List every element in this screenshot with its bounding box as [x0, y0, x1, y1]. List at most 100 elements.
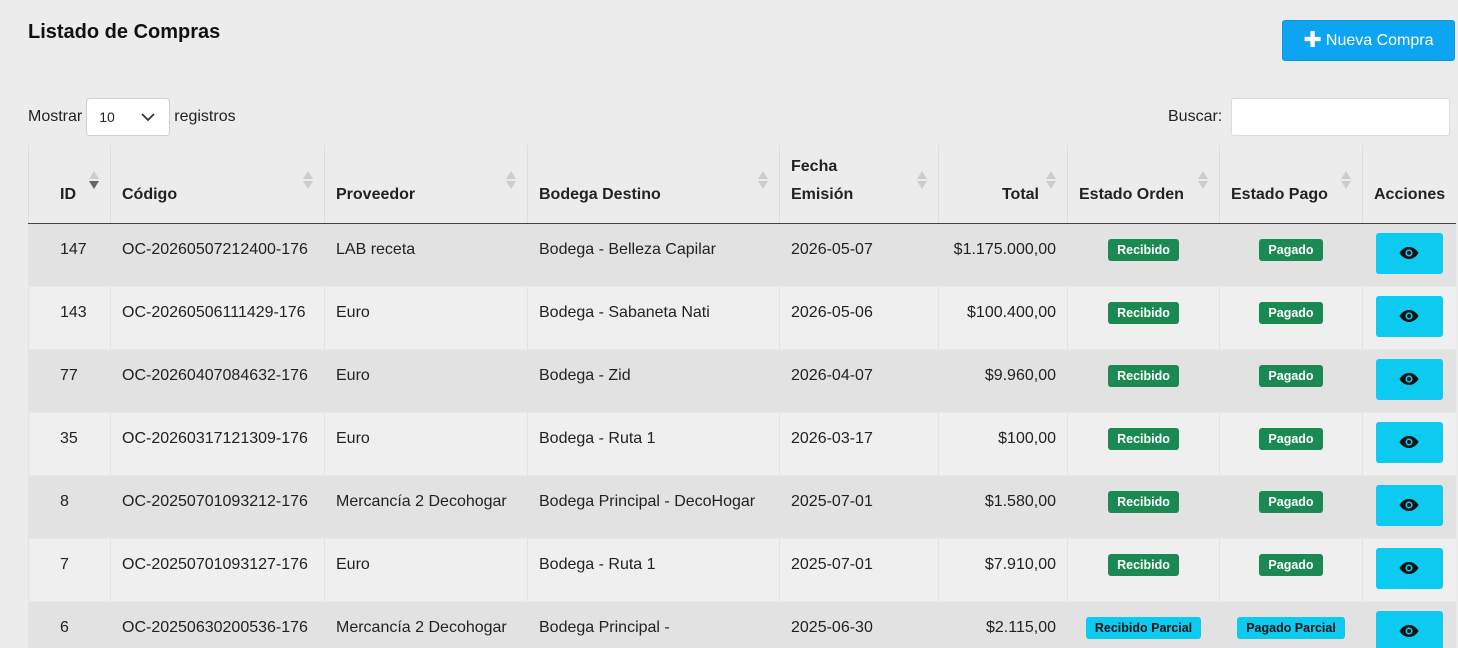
cell-total: $1.175.000,00	[938, 223, 1068, 287]
cell-bodega: Bodega Principal -	[527, 601, 780, 648]
column-header-total-label: Total	[1001, 185, 1039, 203]
status-badge: Pagado Parcial	[1237, 616, 1345, 639]
page-length-control: Mostrar 10 registros	[28, 98, 236, 136]
cell-codigo: OC-20250701093127-176	[110, 538, 325, 602]
cell-acciones	[1362, 349, 1456, 413]
cell-bodega: Bodega - Belleza Capilar	[527, 223, 780, 287]
cell-fecha: 2025-07-01	[779, 475, 939, 539]
column-header-proveedor-label: Proveedor	[336, 185, 416, 203]
page-length-select[interactable]: 10	[86, 98, 171, 136]
column-header-fecha-label-1: Fecha	[791, 157, 838, 175]
column-header-estado-orden-label: Estado Orden	[1079, 185, 1184, 203]
cell-estado-orden: Recibido	[1067, 223, 1220, 287]
view-button[interactable]	[1375, 232, 1443, 274]
table-row: 7 OC-20250701093127-176 Euro Bodega - Ruta …	[28, 538, 1456, 602]
view-button[interactable]	[1375, 295, 1443, 337]
cell-acciones	[1362, 475, 1456, 539]
view-button[interactable]	[1375, 484, 1443, 526]
table-row: 143 OC-20260506111429-176 Euro Bodega - Sab…	[28, 286, 1456, 350]
column-header-bodega-label: Bodega Destino	[539, 185, 661, 203]
cell-id: 8	[28, 475, 111, 539]
chevron-down-icon	[141, 112, 155, 121]
cell-fecha: 2026-04-07	[779, 349, 939, 413]
cell-id: 6	[28, 601, 111, 648]
column-header-id[interactable]: ID	[28, 145, 111, 224]
cell-acciones	[1362, 412, 1456, 476]
cell-proveedor: Euro	[324, 286, 528, 350]
search-input[interactable]	[1231, 98, 1451, 136]
eye-icon	[1399, 498, 1419, 512]
column-header-fecha[interactable]: Fecha Emisión	[779, 145, 939, 224]
cell-estado-orden: Recibido	[1067, 286, 1220, 350]
view-button[interactable]	[1375, 358, 1443, 400]
cell-bodega: Bodega Principal - DecoHogar	[527, 475, 780, 539]
cell-estado-orden: Recibido Parcial	[1067, 601, 1220, 648]
column-header-bodega[interactable]: Bodega Destino	[527, 145, 780, 224]
sort-icon	[89, 171, 99, 195]
cell-proveedor: Euro	[324, 538, 528, 602]
new-purchase-label: Nueva Compra	[1325, 31, 1434, 49]
sort-icon	[758, 171, 768, 195]
new-purchase-button[interactable]: ✚ Nueva Compra	[1282, 20, 1455, 61]
cell-codigo: OC-20250630200536-176	[110, 601, 325, 648]
cell-bodega: Bodega - Sabaneta Nati	[527, 286, 780, 350]
eye-icon	[1399, 561, 1419, 575]
cell-total: $2.115,00	[938, 601, 1068, 648]
sort-icon	[1198, 171, 1208, 195]
cell-estado-pago: Pagado	[1219, 538, 1363, 602]
status-badge: Recibido	[1108, 553, 1179, 576]
cell-id: 77	[28, 349, 111, 413]
column-header-fecha-label-2: Emisión	[791, 185, 854, 203]
cell-total: $9.960,00	[938, 349, 1068, 413]
eye-icon	[1399, 435, 1419, 449]
cell-proveedor: Mercancía 2 Decohogar	[324, 475, 528, 539]
sort-icon	[917, 171, 927, 195]
cell-estado-pago: Pagado	[1219, 286, 1363, 350]
search-label: Buscar:	[1168, 108, 1223, 125]
cell-codigo: OC-20260407084632-176	[110, 349, 325, 413]
column-header-estado-pago[interactable]: Estado Pago	[1219, 145, 1363, 224]
plus-icon: ✚	[1303, 26, 1322, 52]
cell-codigo: OC-20260507212400-176	[110, 223, 325, 287]
table-header-row: ID Código Proveedor Bodega Destino Fecha…	[28, 145, 1456, 224]
cell-estado-orden: Recibido	[1067, 538, 1220, 602]
cell-total: $7.910,00	[938, 538, 1068, 602]
search-control: Buscar:	[1168, 98, 1451, 136]
sort-icon	[303, 171, 313, 195]
cell-acciones	[1362, 223, 1456, 287]
column-header-proveedor[interactable]: Proveedor	[324, 145, 528, 224]
purchases-table: ID Código Proveedor Bodega Destino Fecha…	[28, 145, 1456, 648]
cell-bodega: Bodega - Zid	[527, 349, 780, 413]
cell-estado-pago: Pagado	[1219, 475, 1363, 539]
view-button[interactable]	[1375, 421, 1443, 463]
status-badge: Recibido	[1108, 427, 1179, 450]
view-button[interactable]	[1375, 547, 1443, 589]
status-badge: Recibido	[1108, 238, 1179, 261]
cell-fecha: 2025-06-30	[779, 601, 939, 648]
cell-id: 7	[28, 538, 111, 602]
cell-proveedor: LAB receta	[324, 223, 528, 287]
cell-fecha: 2026-03-17	[779, 412, 939, 476]
cell-acciones	[1362, 538, 1456, 602]
view-button[interactable]	[1375, 610, 1443, 648]
status-badge: Recibido	[1108, 364, 1179, 387]
cell-estado-pago: Pagado Parcial	[1219, 601, 1363, 648]
column-header-codigo[interactable]: Código	[110, 145, 325, 224]
length-prefix: Mostrar	[28, 108, 83, 125]
cell-id: 35	[28, 412, 111, 476]
sort-icon	[1341, 171, 1351, 195]
cell-total: $100,00	[938, 412, 1068, 476]
column-header-estado-orden[interactable]: Estado Orden	[1067, 145, 1220, 224]
cell-acciones	[1362, 286, 1456, 350]
cell-acciones	[1362, 601, 1456, 648]
cell-estado-orden: Recibido	[1067, 412, 1220, 476]
cell-total: $1.580,00	[938, 475, 1068, 539]
cell-estado-pago: Pagado	[1219, 349, 1363, 413]
table-row: 77 OC-20260407084632-176 Euro Bodega - Zid 2…	[28, 349, 1456, 413]
cell-proveedor: Euro	[324, 412, 528, 476]
column-header-total[interactable]: Total	[938, 145, 1068, 224]
page-title: Listado de Compras	[28, 21, 221, 43]
cell-estado-pago: Pagado	[1219, 412, 1363, 476]
status-badge: Pagado	[1259, 238, 1323, 261]
cell-codigo: OC-20260506111429-176	[110, 286, 325, 350]
